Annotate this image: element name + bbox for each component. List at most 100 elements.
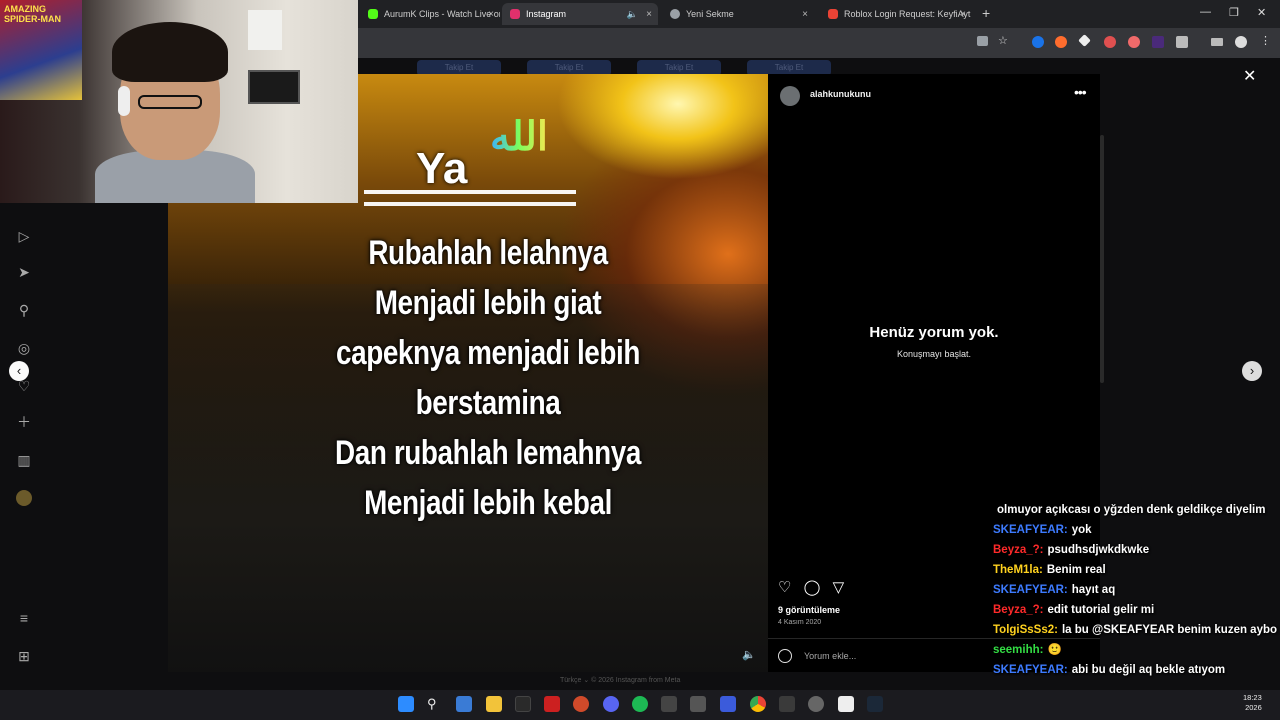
instagram-icon	[510, 9, 520, 19]
app-icon[interactable]	[779, 696, 795, 712]
install-icon[interactable]	[977, 36, 988, 46]
app-icon[interactable]	[720, 696, 736, 712]
menu-icon[interactable]: ⋮	[1260, 34, 1272, 47]
chat-message: SKEAFYEAR: abi bu değil aq bekle atıyom	[993, 660, 1280, 680]
globe-icon	[670, 9, 680, 19]
post-username[interactable]: alahkunukunu	[810, 89, 871, 99]
speaker-icon[interactable]: 🔈	[627, 9, 638, 20]
webcam-overlay: AMAZING SPIDER-MAN	[0, 0, 358, 203]
apps-icon[interactable]: ⊞	[16, 648, 32, 664]
window-close-icon[interactable]: ✕	[1257, 6, 1266, 19]
background-tv	[248, 70, 300, 104]
streamer-hair	[112, 22, 228, 82]
streamer-glasses	[138, 95, 202, 109]
extension-icon[interactable]	[1128, 36, 1140, 48]
app-icon[interactable]	[690, 696, 706, 712]
tab-close-icon[interactable]: ×	[488, 9, 494, 20]
panel-scrollbar[interactable]	[1100, 135, 1104, 383]
windows-start-icon[interactable]	[398, 696, 414, 712]
share-send-icon[interactable]: ▽	[833, 579, 845, 596]
modal-close-icon[interactable]: ✕	[1243, 66, 1256, 86]
chat-message: TheM1la: Benim real	[993, 560, 1280, 580]
roblox-icon[interactable]	[838, 696, 854, 712]
emoji-icon[interactable]	[778, 649, 792, 663]
tab-instagram[interactable]: Instagram 🔈 ×	[502, 3, 658, 25]
search-icon[interactable]: ⚲	[16, 302, 32, 318]
bookmark-star-icon[interactable]: ☆	[998, 34, 1010, 47]
chat-text: edit tutorial gelir mi	[1047, 604, 1155, 616]
chat-message: olmuyor açıkcası o yğzden denk geldikçe …	[993, 500, 1280, 520]
video-text-allah: الله	[490, 115, 548, 159]
tab-new-tab[interactable]: Yeni Sekme ×	[662, 3, 814, 25]
extension-icon[interactable]	[1032, 36, 1044, 48]
avatar[interactable]	[780, 86, 800, 106]
restore-icon[interactable]: ❐	[1229, 6, 1239, 19]
post-date: 4 Kasım 2020	[778, 619, 822, 626]
dashboard-icon[interactable]: ▥	[16, 452, 32, 468]
steam-icon[interactable]	[867, 696, 883, 712]
tab-label: Roblox Login Request: KeyfiAyt	[844, 9, 971, 19]
chat-user: seemihh:	[993, 644, 1044, 656]
spiderman-poster: AMAZING SPIDER-MAN	[0, 0, 82, 100]
video-caption-line: Rubahlah lelahnya	[368, 234, 608, 272]
tab-label: Yeni Sekme	[686, 9, 734, 19]
chat-message: SKEAFYEAR: hayıt aq	[993, 580, 1280, 600]
minimize-icon[interactable]: —	[1200, 6, 1211, 18]
previous-post-chevron-icon[interactable]: ‹	[9, 361, 29, 381]
profile-icon[interactable]	[1235, 36, 1247, 48]
puzzle-icon[interactable]	[1176, 36, 1188, 48]
app-icon[interactable]	[573, 696, 589, 712]
terminal-icon[interactable]	[515, 696, 531, 712]
chat-user: TheM1la:	[993, 564, 1043, 576]
extension-icon[interactable]	[1055, 36, 1067, 48]
taskbar-clock[interactable]: 18:23 2026	[1243, 693, 1262, 713]
chat-text: yok	[1071, 524, 1092, 536]
chat-text: 🙂	[1047, 644, 1062, 656]
tab-close-icon[interactable]: ×	[646, 9, 652, 20]
chat-user: SKEAFYEAR:	[993, 664, 1068, 676]
file-explorer-icon[interactable]	[486, 696, 502, 712]
chrome-icon[interactable]	[750, 696, 766, 712]
no-comments-title: Henüz yorum yok.	[869, 324, 999, 341]
tab-close-icon[interactable]: ×	[960, 9, 966, 20]
like-heart-icon[interactable]: ♡	[778, 579, 791, 596]
chat-text: psudhsdjwkdkwke	[1047, 544, 1150, 556]
tab-kick[interactable]: AurumK Clips - Watch Live on Kick ×	[360, 3, 500, 25]
gmail-icon	[828, 9, 838, 19]
reels-icon[interactable]: ▷	[16, 228, 32, 244]
extension-icon[interactable]	[1104, 36, 1116, 48]
next-post-chevron-icon[interactable]: ›	[1242, 361, 1262, 381]
chat-user: Beyza_?:	[993, 604, 1044, 616]
create-plus-icon[interactable]: ＋	[16, 414, 32, 430]
more-menu-icon[interactable]: ≡	[16, 610, 32, 626]
app-icon[interactable]	[661, 696, 677, 712]
new-tab-button[interactable]: +	[982, 5, 990, 21]
volume-icon[interactable]: 🔈	[742, 648, 756, 661]
headphones	[118, 86, 130, 116]
app-icon[interactable]	[456, 696, 472, 712]
chat-message: seemihh: 🙂	[993, 640, 1280, 660]
stream-chat: olmuyor açıkcası o yğzden denk geldikçe …	[993, 500, 1280, 680]
tab-gmail[interactable]: Roblox Login Request: KeyfiAyt ×	[820, 3, 972, 25]
chat-user: SKEAFYEAR:	[993, 524, 1068, 536]
video-divider	[364, 190, 576, 206]
more-options-icon[interactable]: •••	[1074, 84, 1087, 100]
spotify-icon[interactable]	[632, 696, 648, 712]
messages-icon[interactable]: ➤	[16, 264, 32, 280]
tab-close-icon[interactable]: ×	[802, 9, 808, 20]
comment-bubble-icon[interactable]: ◯	[804, 579, 821, 596]
extension-icon[interactable]	[1152, 36, 1164, 48]
voicemod-icon[interactable]	[544, 696, 560, 712]
search-icon[interactable]: ⚲	[427, 696, 443, 712]
explore-icon[interactable]: ◎	[16, 340, 32, 356]
chat-text: Benim real	[1046, 564, 1106, 576]
discord-icon[interactable]	[603, 696, 619, 712]
clock-date: 2026	[1245, 703, 1262, 712]
media-icon[interactable]	[1211, 38, 1223, 46]
chat-text: hayıt aq	[1071, 584, 1116, 596]
chat-user: Beyza_?:	[993, 544, 1044, 556]
app-icon[interactable]	[808, 696, 824, 712]
comment-input[interactable]: Yorum ekle...	[804, 651, 856, 661]
chat-text: abi bu değil aq bekle atıyom	[1071, 664, 1226, 676]
profile-avatar-icon[interactable]	[16, 490, 32, 506]
